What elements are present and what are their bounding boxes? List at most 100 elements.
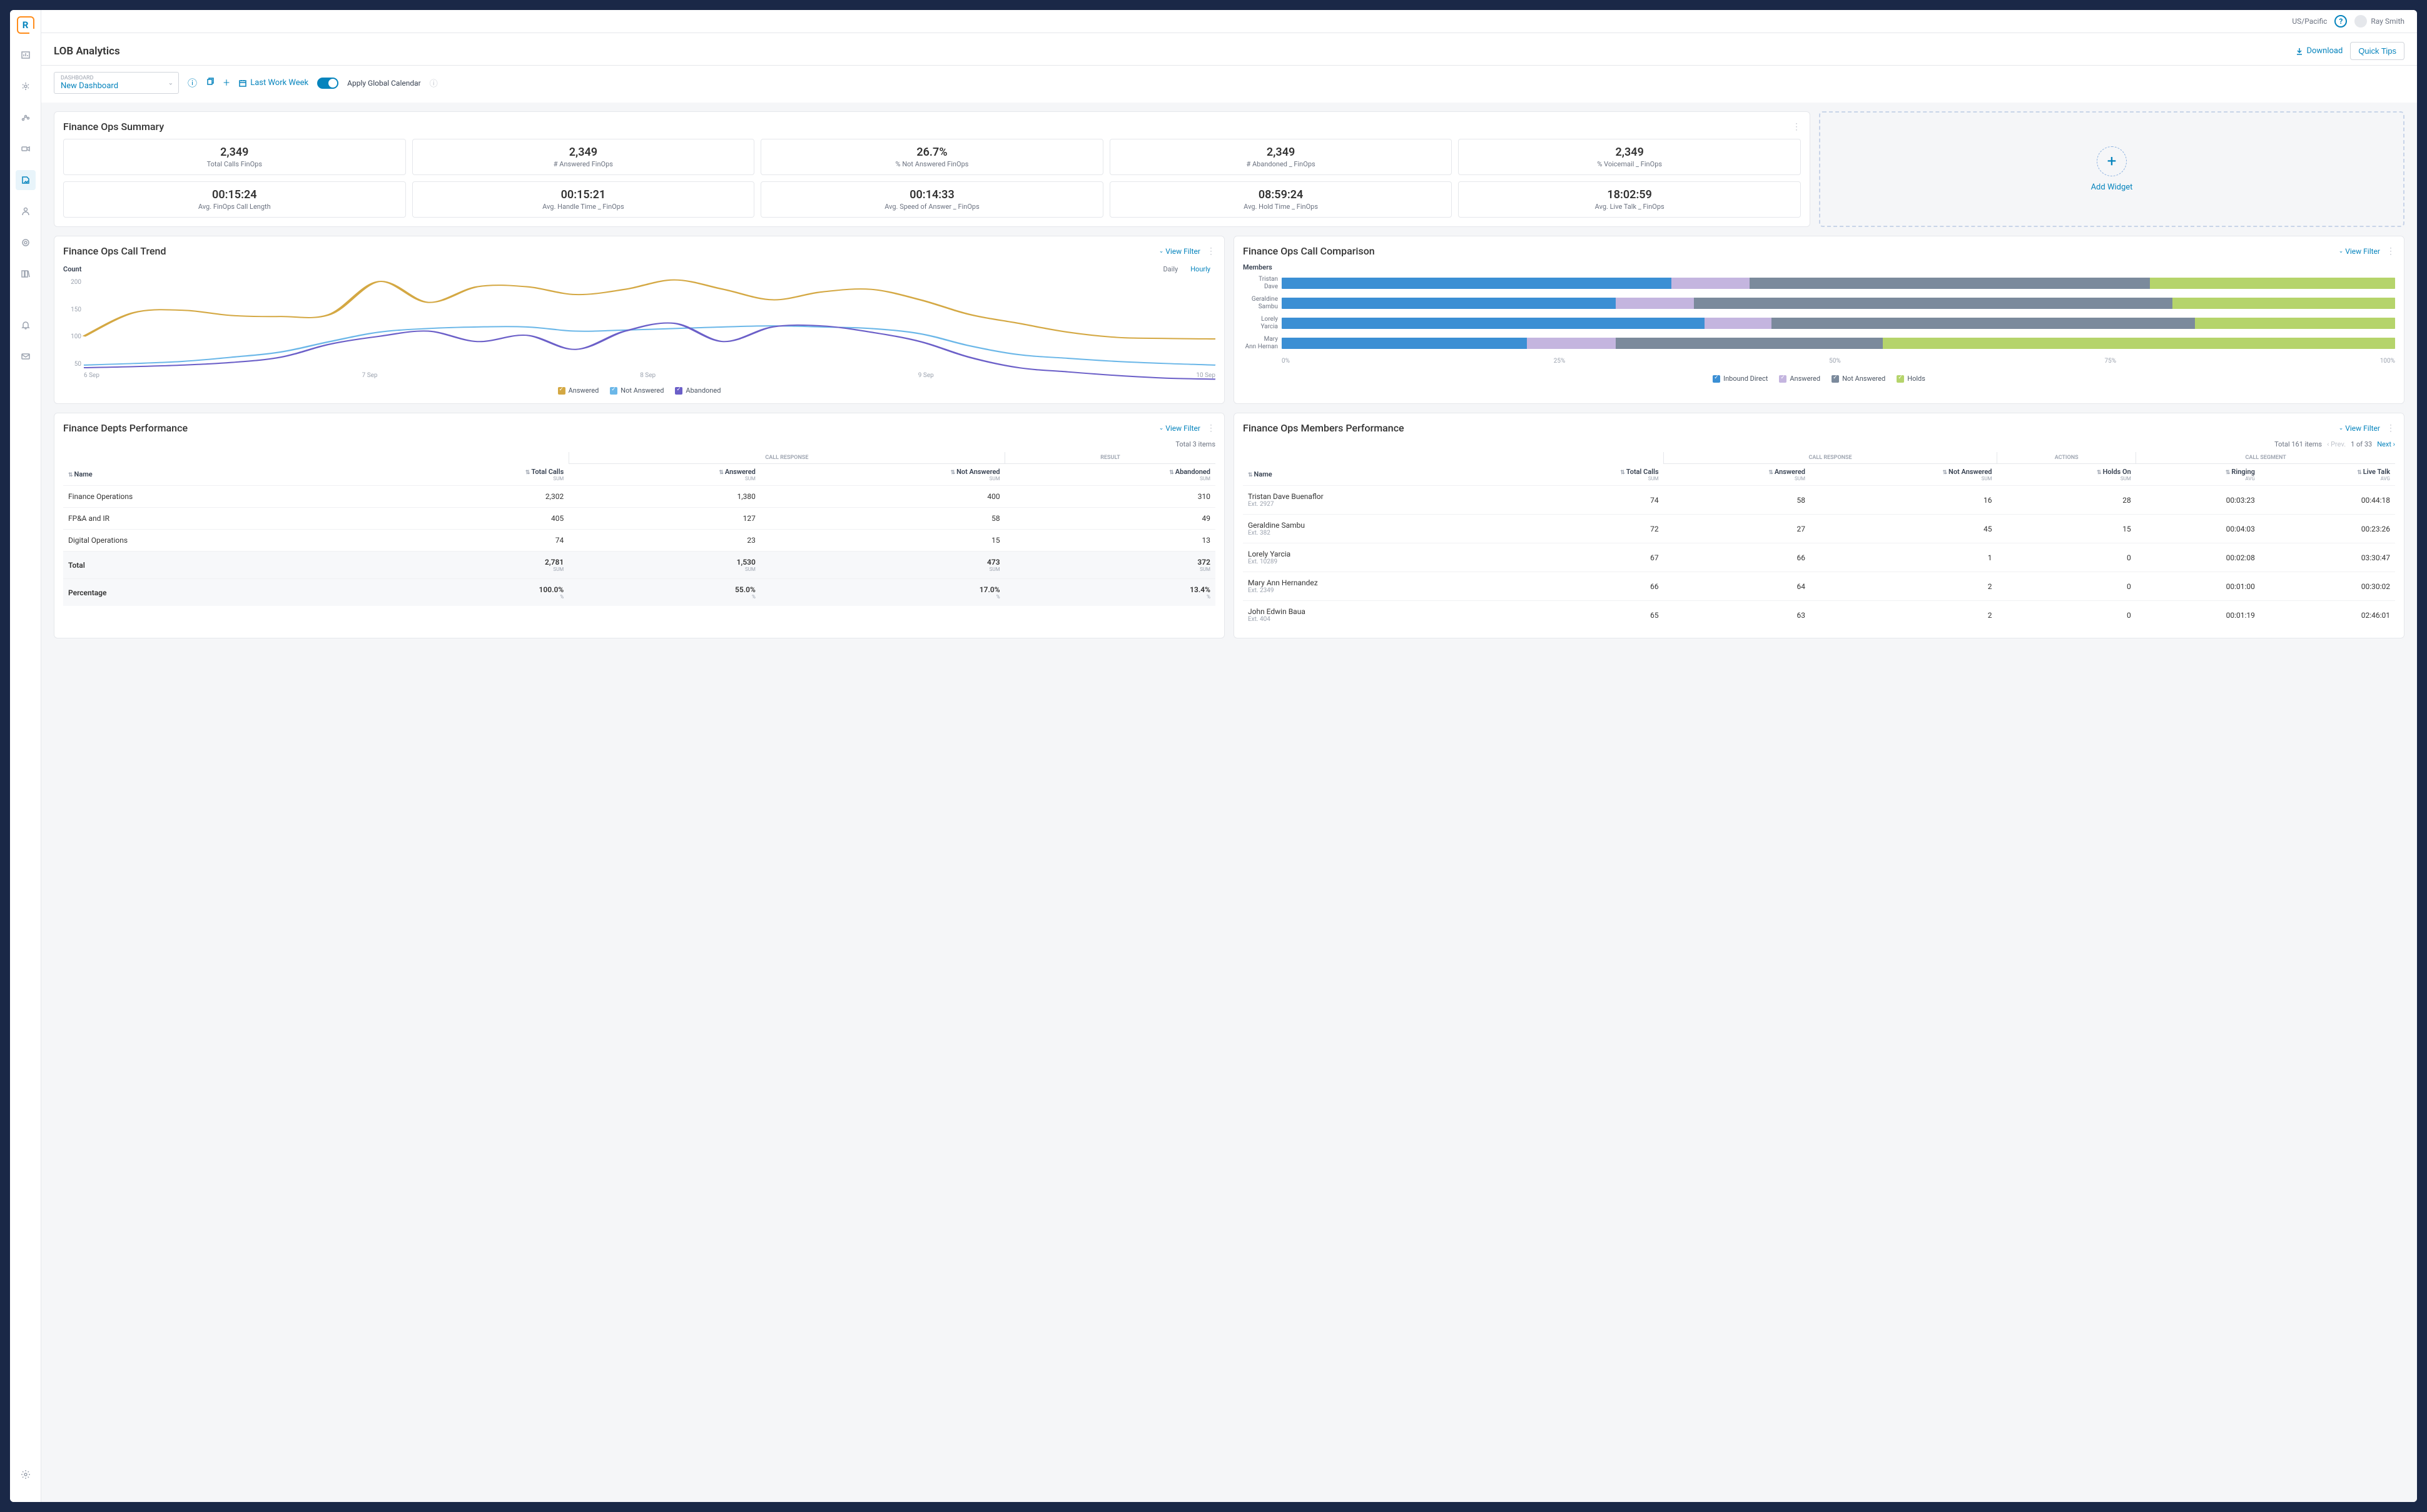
bar-row: LorelyYarcia xyxy=(1282,318,2395,329)
col-total[interactable]: ⇅Total CallsSUM xyxy=(1512,464,1664,486)
prev-page: ‹ Prev. xyxy=(2327,440,2346,448)
table-row[interactable]: Tristan Dave BuenaflorExt. 2927745816280… xyxy=(1243,486,2395,515)
user-name: Ray Smith xyxy=(2371,17,2404,26)
nav-analytics-icon[interactable] xyxy=(16,108,36,128)
members-performance-panel: Finance Ops Members Performance ⌄View Fi… xyxy=(1234,413,2404,638)
left-nav-rail: R xyxy=(10,10,41,1502)
col-holds[interactable]: ⇅Holds OnSUM xyxy=(1997,464,2136,486)
nav-reports-icon[interactable] xyxy=(16,170,36,190)
nav-gear-icon[interactable] xyxy=(16,1464,36,1484)
page-title: LOB Analytics xyxy=(54,45,120,58)
quick-tips-button[interactable]: Quick Tips xyxy=(2350,42,2404,60)
table-row[interactable]: Mary Ann HernandezExt. 234966642000:01:0… xyxy=(1243,572,2395,601)
plus-icon: + xyxy=(2097,146,2127,176)
view-filter-button[interactable]: ⌄View Filter xyxy=(1159,424,1200,433)
kpi-card: 2,349# Abandoned _ FinOps xyxy=(1110,139,1452,175)
legend-item[interactable]: Not Answered xyxy=(1832,375,1885,383)
nav-bell-icon[interactable] xyxy=(16,315,36,335)
total-items: Total 161 items xyxy=(2274,440,2322,448)
info-icon[interactable]: ⓘ xyxy=(430,77,438,89)
legend-item[interactable]: Holds xyxy=(1897,375,1925,383)
seg-hourly[interactable]: Hourly xyxy=(1185,263,1215,275)
col-abandoned[interactable]: ⇅AbandonedSUM xyxy=(1005,464,1215,486)
seg-daily[interactable]: Daily xyxy=(1158,263,1183,275)
col-live[interactable]: ⇅Live TalkAVG xyxy=(2260,464,2395,486)
user-menu[interactable]: Ray Smith xyxy=(2354,15,2404,28)
percentage-row: Percentage100.0%%55.0%%17.0%%13.4%% xyxy=(63,579,1215,607)
call-trend-panel: Finance Ops Call Trend ⌄View Filter ⋮ Co… xyxy=(54,236,1225,404)
kebab-icon[interactable]: ⋮ xyxy=(2386,246,2395,256)
panel-title: Finance Depts Performance xyxy=(63,422,188,434)
view-filter-button[interactable]: ⌄View Filter xyxy=(2339,247,2380,256)
view-filter-button[interactable]: ⌄View Filter xyxy=(2339,424,2380,433)
col-not-answered[interactable]: ⇅Not AnsweredSUM xyxy=(1810,464,1997,486)
legend-item[interactable]: Answered xyxy=(1779,375,1820,383)
kpi-card: 00:14:33Avg. Speed of Answer _ FinOps xyxy=(761,181,1103,218)
legend-item[interactable]: Inbound Direct xyxy=(1713,375,1768,383)
bar-row: TristanDave xyxy=(1282,278,2395,289)
col-answered[interactable]: ⇅AnsweredSUM xyxy=(1664,464,1810,486)
col-not-answered[interactable]: ⇅Not AnsweredSUM xyxy=(761,464,1005,486)
chevron-down-icon: ⌄ xyxy=(168,79,173,86)
nav-settings-icon[interactable] xyxy=(16,76,36,96)
nav-mail-icon[interactable] xyxy=(16,346,36,366)
topbar: US/Pacific ? Ray Smith xyxy=(41,10,2417,33)
kebab-icon[interactable]: ⋮ xyxy=(2386,423,2395,433)
table-row[interactable]: Lorely YarciaExt. 1028967661000:02:0803:… xyxy=(1243,543,2395,572)
kpi-card: 08:59:24Avg. Hold Time _ FinOps xyxy=(1110,181,1452,218)
panel-title: Finance Ops Members Performance xyxy=(1243,422,1404,434)
kebab-icon[interactable]: ⋮ xyxy=(1207,423,1215,433)
kpi-card: 26.7%% Not Answered FinOps xyxy=(761,139,1103,175)
members-label: Members xyxy=(1243,263,2395,271)
add-icon[interactable]: + xyxy=(223,76,230,89)
app-logo: R xyxy=(17,16,34,34)
next-page[interactable]: Next › xyxy=(2377,440,2395,448)
total-row: Total2,781SUM1,530SUM473SUM372SUM xyxy=(63,552,1215,579)
kebab-icon[interactable]: ⋮ xyxy=(1207,246,1215,256)
legend-item[interactable]: Answered xyxy=(558,386,599,395)
call-comparison-panel: Finance Ops Call Comparison ⌄View Filter… xyxy=(1234,236,2404,404)
panel-title: Finance Ops Call Trend xyxy=(63,245,166,257)
kpi-card: 00:15:21Avg. Handle Time _ FinOps xyxy=(412,181,755,218)
nav-dashboard-icon[interactable] xyxy=(16,45,36,65)
global-calendar-toggle[interactable] xyxy=(317,78,338,89)
avatar xyxy=(2354,15,2367,28)
view-filter-button[interactable]: ⌄View Filter xyxy=(1159,247,1200,256)
col-name[interactable]: ⇅Name xyxy=(1243,464,1512,486)
col-name[interactable]: ⇅Name xyxy=(63,464,370,486)
date-range-picker[interactable]: Last Work Week xyxy=(238,78,308,88)
nav-video-icon[interactable] xyxy=(16,139,36,159)
line-chart: 20015010050 6 Sep7 Sep8 Sep9 Sep10 Sep xyxy=(63,279,1215,379)
timezone-label: US/Pacific xyxy=(2292,17,2327,26)
download-button[interactable]: Download xyxy=(2295,46,2343,56)
kebab-icon[interactable]: ⋮ xyxy=(1792,122,1801,132)
info-icon[interactable]: ⓘ xyxy=(188,76,197,89)
legend-item[interactable]: Abandoned xyxy=(675,386,721,395)
help-icon[interactable]: ? xyxy=(2334,15,2347,28)
table-row[interactable]: FP&A and IR4051275849 xyxy=(63,508,1215,530)
toolbar: DASHBOARD New Dashboard ⌄ ⓘ + Last Work … xyxy=(41,66,2417,103)
panel-title: Finance Ops Call Comparison xyxy=(1243,245,1375,257)
panel-title: Finance Ops Summary xyxy=(63,121,164,133)
add-widget-button[interactable]: + Add Widget xyxy=(1819,111,2404,227)
col-total[interactable]: ⇅Total CallsSUM xyxy=(370,464,569,486)
page-indicator: 1 of 33 xyxy=(2351,440,2372,448)
nav-user-icon[interactable] xyxy=(16,201,36,221)
table-row[interactable]: Geraldine SambuExt. 3827227451500:04:030… xyxy=(1243,515,2395,543)
table-row[interactable]: John Edwin BauaExt. 40465632000:01:1902:… xyxy=(1243,601,2395,630)
bar-row: MaryAnn Hernan xyxy=(1282,338,2395,349)
kpi-card: 2,349Total Calls FinOps xyxy=(63,139,406,175)
y-axis-label: Count xyxy=(63,265,81,273)
copy-icon[interactable] xyxy=(206,78,215,89)
table-row[interactable]: Finance Operations2,3021,380400310 xyxy=(63,486,1215,508)
total-items: Total 3 items xyxy=(1175,440,1215,448)
legend-item[interactable]: Not Answered xyxy=(610,386,664,395)
dashboard-selector[interactable]: DASHBOARD New Dashboard ⌄ xyxy=(54,72,179,94)
table-row[interactable]: Digital Operations74231513 xyxy=(63,530,1215,552)
nav-library-icon[interactable] xyxy=(16,264,36,284)
kpi-card: 2,349% Voicemail _ FinOps xyxy=(1458,139,1801,175)
kpi-card: 2,349# Answered FinOps xyxy=(412,139,755,175)
nav-target-icon[interactable] xyxy=(16,233,36,253)
col-ringing[interactable]: ⇅RingingAVG xyxy=(2136,464,2260,486)
col-answered[interactable]: ⇅AnsweredSUM xyxy=(569,464,761,486)
